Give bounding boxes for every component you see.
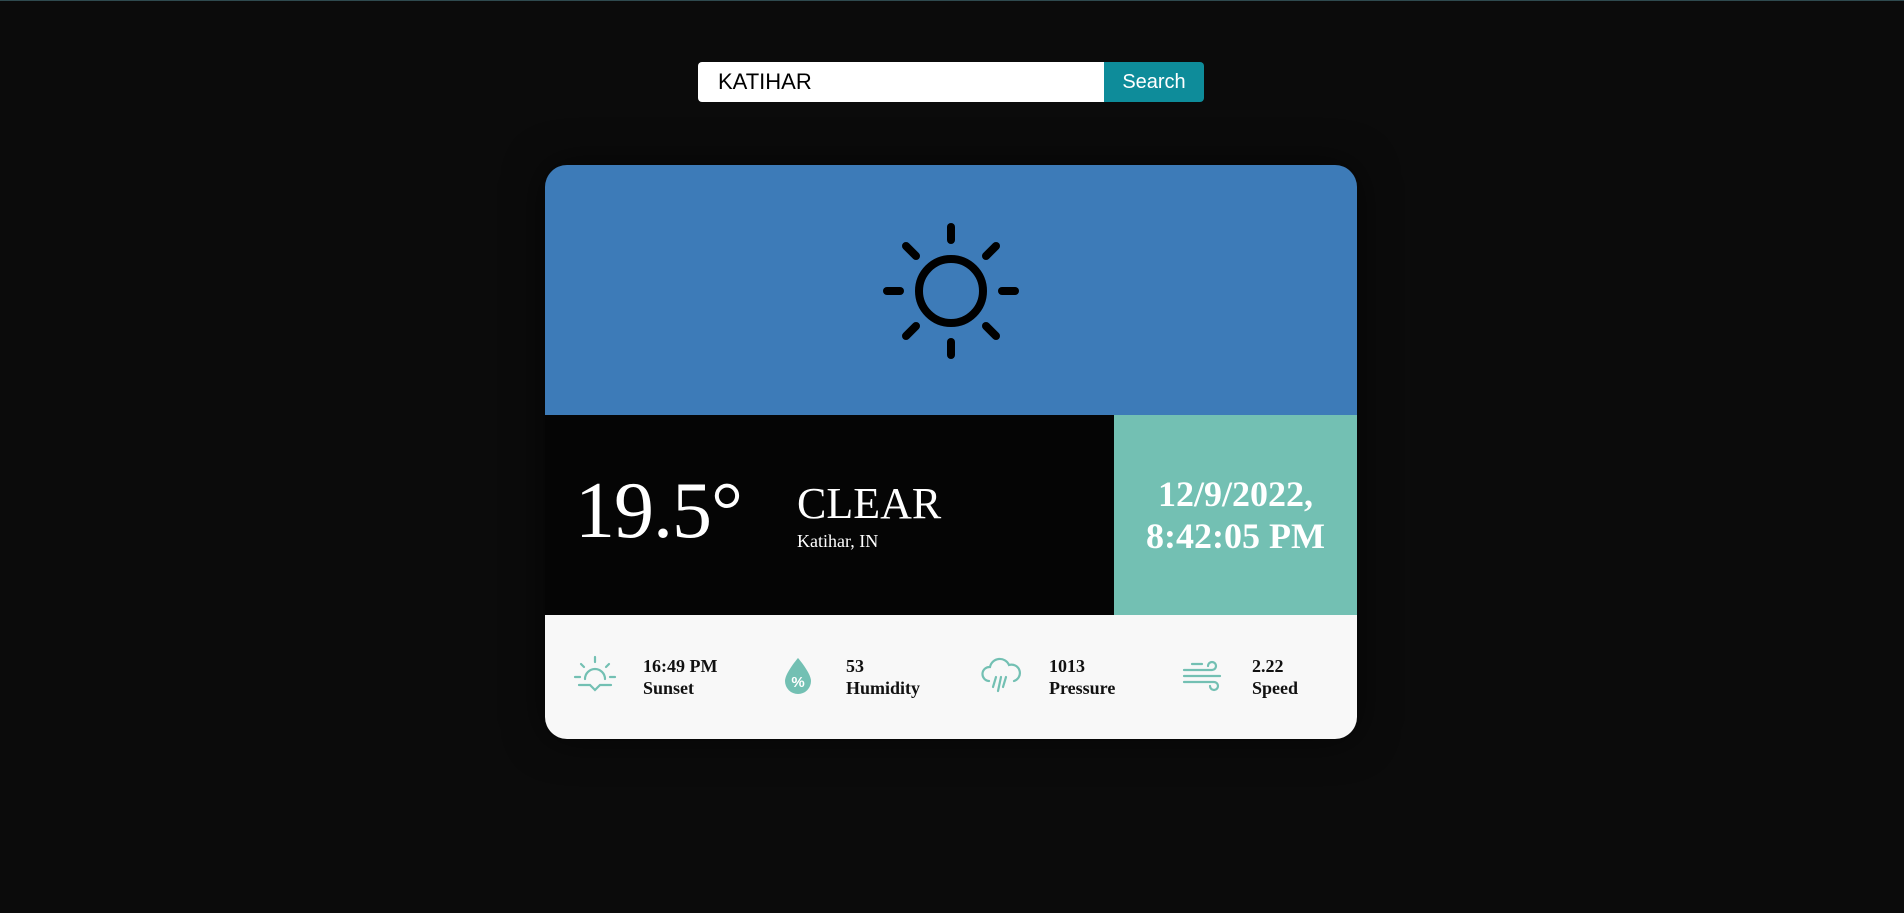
stat-label: Sunset	[643, 678, 695, 698]
time-label: 8:42:05 PM	[1146, 516, 1325, 556]
stat-humidity: % 53 Humidity	[776, 655, 920, 699]
top-border-line	[0, 0, 1904, 1]
date-label: 12/9/2022,	[1157, 474, 1313, 514]
stat-value: 1013	[1049, 656, 1085, 676]
svg-text:%: %	[791, 674, 804, 691]
stat-label: Pressure	[1049, 678, 1116, 698]
sun-icon	[883, 223, 1019, 359]
stat-sunset: 16:49 PM Sunset	[573, 655, 717, 699]
temperature-value: 19.5°	[575, 467, 743, 555]
location-label: Katihar, IN	[797, 531, 879, 551]
humidity-icon: %	[785, 658, 811, 694]
temperature-panel: 19.5° CLEAR Katihar, IN	[545, 415, 1114, 615]
pressure-icon	[981, 657, 1021, 693]
stat-label: Humidity	[846, 678, 921, 698]
weather-stats: 16:49 PM Sunset % 53 Humidity 1013 Press…	[545, 615, 1357, 739]
weather-icon-panel	[545, 165, 1357, 415]
weather-condition: CLEAR	[797, 479, 942, 528]
sunset-icon	[573, 655, 617, 692]
weather-card: 19.5° CLEAR Katihar, IN 12/9/2022, 8:42:…	[545, 165, 1357, 739]
stat-pressure: 1013 Pressure	[979, 655, 1115, 699]
stat-value: 2.22	[1252, 656, 1284, 676]
search-bar: Search	[698, 62, 1204, 102]
stat-value: 53	[846, 656, 864, 676]
datetime-panel: 12/9/2022, 8:42:05 PM	[1114, 415, 1357, 615]
weather-summary: 19.5° CLEAR Katihar, IN 12/9/2022, 8:42:…	[545, 415, 1357, 615]
search-button[interactable]: Search	[1104, 62, 1204, 102]
search-input[interactable]	[698, 62, 1104, 102]
stat-label: Speed	[1252, 678, 1299, 698]
stat-wind: 2.22 Speed	[1182, 655, 1298, 699]
wind-icon	[1182, 660, 1222, 692]
stat-value: 16:49 PM	[643, 656, 718, 676]
